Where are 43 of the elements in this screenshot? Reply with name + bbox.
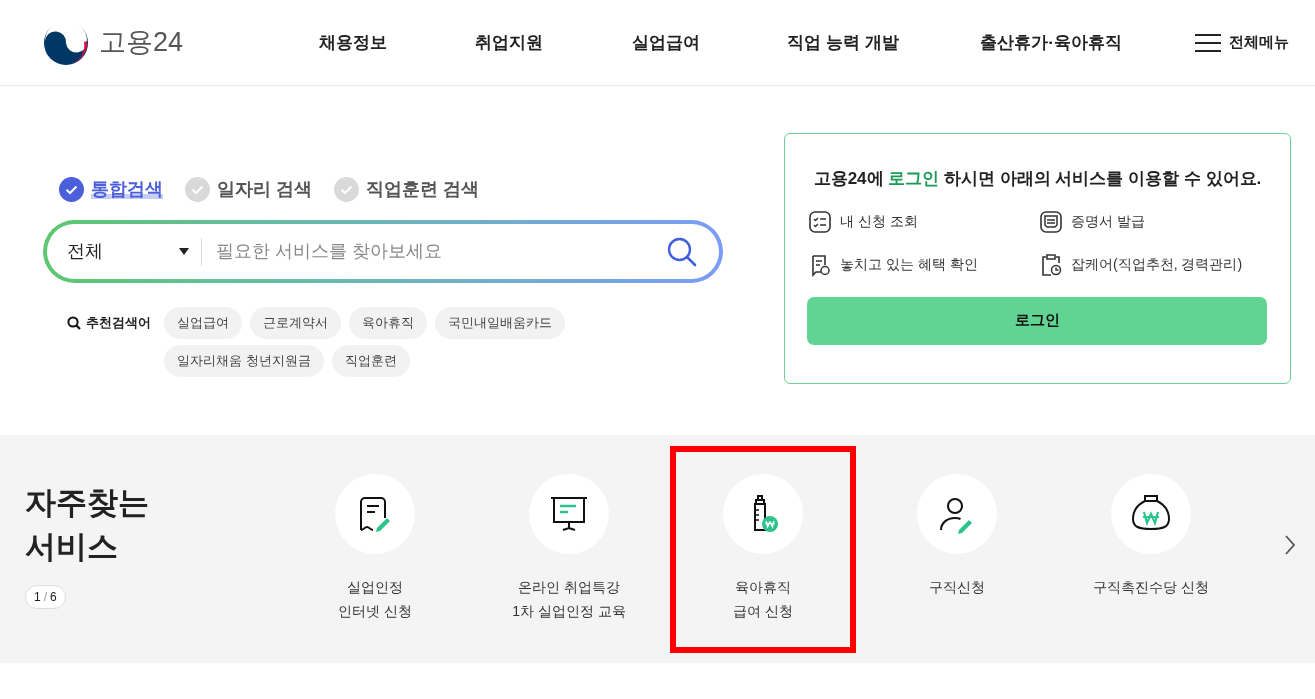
document-icon bbox=[1039, 209, 1063, 234]
service-link[interactable]: 구직촉진수당 신청 bbox=[1093, 575, 1209, 599]
nav-link[interactable]: 출산휴가·육아휴직 bbox=[980, 29, 1122, 56]
search-scope-tab[interactable]: 일자리 검색 bbox=[185, 176, 312, 203]
service-link[interactable]: 온라인 취업특강 1차 실업인정 교육 bbox=[512, 575, 626, 623]
keyword-chip[interactable]: 실업급여 bbox=[164, 307, 242, 339]
login-button[interactable]: 로그인 bbox=[807, 296, 1267, 345]
service-link[interactable]: 육아휴직 급여 신청 bbox=[733, 575, 793, 623]
nav-link[interactable]: 채용정보 bbox=[319, 29, 387, 56]
service-label: 놓치고 있는 혜택 확인 bbox=[840, 255, 978, 274]
check-icon bbox=[334, 177, 359, 202]
caret-icon bbox=[179, 248, 189, 255]
logo-icon[interactable] bbox=[43, 19, 89, 66]
search-scope-tab[interactable]: 통합검색 bbox=[59, 176, 163, 203]
nav-link[interactable]: 실업급여 bbox=[632, 29, 700, 56]
service-label: 잡케어(직업추천, 경력관리) bbox=[1071, 255, 1243, 274]
keyword-chip[interactable]: 국민내일배움카드 bbox=[435, 307, 565, 339]
check-icon bbox=[185, 177, 210, 202]
service-link[interactable]: 실업인정 인터넷 신청 bbox=[338, 575, 412, 623]
clipboard-icon bbox=[1039, 252, 1063, 277]
nav-link[interactable]: 직업 능력 개발 bbox=[787, 29, 899, 56]
search-scope-tab[interactable]: 직업훈련 검색 bbox=[334, 176, 480, 203]
page-indicator: 1 / 6 bbox=[25, 585, 66, 609]
search-icon bbox=[67, 316, 81, 330]
search-field[interactable]: 전체 필요한 서비스를 찾아보세요 bbox=[43, 220, 723, 283]
section-title: 자주찾는 서비스 bbox=[25, 484, 150, 566]
all-menu-button[interactable]: 전체메뉴 bbox=[1195, 31, 1289, 54]
keyword-chip[interactable]: 직업훈련 bbox=[331, 345, 410, 377]
check-icon bbox=[59, 177, 84, 202]
keyword-chip[interactable]: 일자리채움 청년지원금 bbox=[164, 345, 324, 377]
keyword-chip[interactable]: 근로계약서 bbox=[250, 307, 341, 339]
recommended-label: 추천검색어 bbox=[86, 314, 151, 333]
service-label: 내 신청 조회 bbox=[840, 212, 918, 231]
logo-text[interactable]: 고용24 bbox=[99, 22, 184, 63]
login-message: 고용24에 로그인 하시면 아래의 서비스를 이용할 수 있어요. bbox=[812, 168, 1263, 190]
search-icon[interactable] bbox=[667, 236, 697, 267]
category-dropdown[interactable]: 전체 bbox=[67, 237, 202, 266]
keyword-chip[interactable]: 육아휴직 bbox=[349, 307, 427, 339]
nav-link[interactable]: 취업지원 bbox=[475, 29, 543, 56]
service-label: 증명서 발급 bbox=[1071, 212, 1145, 231]
checklist-icon bbox=[808, 209, 832, 234]
menu-icon bbox=[1195, 32, 1221, 53]
service-link[interactable]: 구직신청 bbox=[929, 575, 985, 599]
